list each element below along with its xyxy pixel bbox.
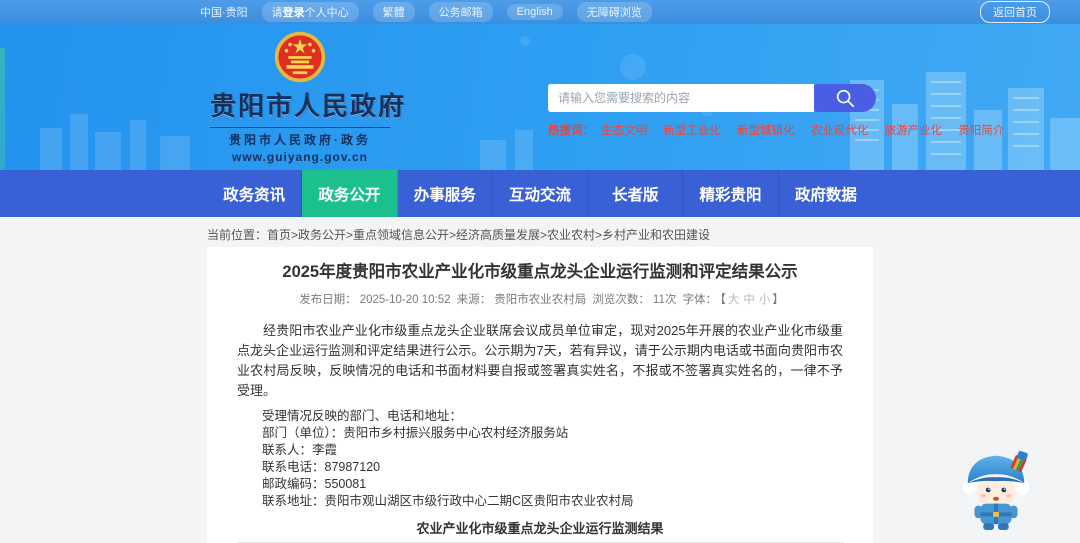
bracket-close: 】 [772,294,784,306]
traditional-chinese-link[interactable]: 繁體 [372,2,415,22]
table-caption: 农业产业化市级重点龙头企业运行监测结果 [416,521,664,536]
page-edge-decoration [0,48,5,170]
contact-department: 部门（单位）：贵阳市乡村振兴服务中心农村经济服务站 [262,426,569,440]
search-icon [836,89,855,108]
article-meta: 发布日期： 2025-10-20 10:52 来源： 贵阳市农业农村局 浏览次数： 1… [237,291,843,307]
views-value: 11次 [652,294,677,306]
bracket-open: 【 [720,294,726,306]
contact-person: 联系人：李霞 [262,443,338,457]
source-label: 来源： [456,294,492,306]
search-area: 热搜词： 生态文明 新型工业化 新型城镇化 农业现代化 旅游产业化 贵阳简介 [548,84,1004,138]
nav-tab-news[interactable]: 政务资讯 [207,170,303,217]
back-home-button[interactable]: 返回首页 [980,1,1050,23]
login-link[interactable]: 请登录个人中心 [261,2,359,22]
site-header: 贵阳市人民政府 贵阳市人民政府·政务 www.guiyang.gov.cn 热搜… [0,24,1080,170]
site-url: www.guiyang.gov.cn [231,150,368,164]
breadcrumb-path[interactable]: 首页>政务公开>重点领域信息公开>经济高质量发展>农业农村>乡村产业和农田建设 [267,228,710,242]
official-mail-link[interactable]: 公务邮箱 [428,2,493,22]
breadcrumb: 当前位置：首页>政务公开>重点领域信息公开>经济高质量发展>农业农村>乡村产业和… [207,217,873,243]
nav-tab-services[interactable]: 办事服务 [398,170,493,217]
nav-tab-interaction[interactable]: 互动交流 [493,170,589,217]
nav-tab-senior[interactable]: 长者版 [588,170,684,217]
nav-tab-gov-affairs[interactable]: 政务公开 [302,170,398,217]
breadcrumb-row: 当前位置：首页>政务公开>重点领域信息公开>经济高质量发展>农业农村>乡村产业和… [0,217,1080,247]
accessibility-link[interactable]: 无障碍浏览 [576,2,652,22]
article-card: 2025年度贵阳市农业产业化市级重点龙头企业运行监测和评定结果公示 发布日期： 2… [207,247,873,543]
font-size-medium[interactable]: 中 [743,294,755,306]
region-link[interactable]: 中国·贵阳 [200,4,248,20]
hot-search-link-intro[interactable]: 贵阳简介 [958,125,1004,137]
font-size-label: 字体： [682,294,718,306]
site-title: 贵阳市人民政府 [210,91,407,121]
page: 中国·贵阳 请登录个人中心 繁體 公务邮箱 English 无障碍浏览 返回首页 [0,0,1080,543]
main-nav: 政务资讯 政务公开 办事服务 互动交流 长者版 精彩贵阳 政府数据 [0,170,1080,217]
search-button[interactable] [814,84,876,112]
site-subtitle: 贵阳市人民政府·政务 [210,127,390,148]
topbar: 中国·贵阳 请登录个人中心 繁體 公务邮箱 English 无障碍浏览 返回首页 [0,0,1080,24]
article-body: 经贵阳市农业产业化市级重点龙头企业联席会议成员单位审定，现对2025年开展的农业… [237,321,844,543]
search-input[interactable] [548,84,814,112]
views-label: 浏览次数： [592,294,650,306]
login-bold: 登录 [282,7,305,19]
mascot-icon [962,451,1030,531]
login-prefix: 请 [271,7,283,19]
hot-search-label: 热搜词： [548,125,594,137]
hot-search-link-industry[interactable]: 新型工业化 [663,125,721,137]
english-link[interactable]: English [506,4,563,20]
article-paragraph-intro: 经贵阳市农业产业化市级重点龙头企业联席会议成员单位审定，现对2025年开展的农业… [237,323,843,398]
login-suffix: 个人中心 [304,7,349,19]
article-title: 2025年度贵阳市农业产业化市级重点龙头企业运行监测和评定结果公示 [282,263,798,281]
breadcrumb-label: 当前位置： [207,228,268,242]
city-skyline-decoration [40,72,1080,170]
font-size-large[interactable]: 大 [728,294,740,306]
national-emblem-icon [274,31,326,83]
hot-search-link-ecology[interactable]: 生态文明 [601,125,647,137]
mascot-assistant[interactable] [956,444,1036,537]
content-area: 2025年度贵阳市农业产业化市级重点龙头企业运行监测和评定结果公示 发布日期： 2… [0,247,1080,543]
hot-search-row: 热搜词： 生态文明 新型工业化 新型城镇化 农业现代化 旅游产业化 贵阳简介 [548,122,1004,138]
hot-search-link-agriculture[interactable]: 农业现代化 [811,125,869,137]
contact-phone: 联系电话：87987120 [262,460,381,474]
nav-tab-data[interactable]: 政府数据 [779,170,873,217]
contact-postcode: 邮政编码：550081 [262,477,367,491]
hot-search-link-urbanization[interactable]: 新型城镇化 [737,125,795,137]
font-size-small[interactable]: 小 [759,294,771,306]
site-logo[interactable]: 贵阳市人民政府 贵阳市人民政府·政务 www.guiyang.gov.cn [210,30,407,164]
nav-tab-highlights[interactable]: 精彩贵阳 [683,170,779,217]
publish-date-label: 发布日期： [299,294,357,306]
bokeh-decoration [520,36,530,46]
source-value: 贵阳市农业农村局 [494,294,587,306]
hot-search-link-tourism[interactable]: 旅游产业化 [885,125,943,137]
publish-date: 2025-10-20 10:52 [359,294,451,306]
contact-address: 联系地址：贵阳市观山湖区市级行政中心二期C区贵阳市农业农村局 [262,494,634,508]
contact-heading: 受理情况反映的部门、电话和地址： [262,409,463,423]
